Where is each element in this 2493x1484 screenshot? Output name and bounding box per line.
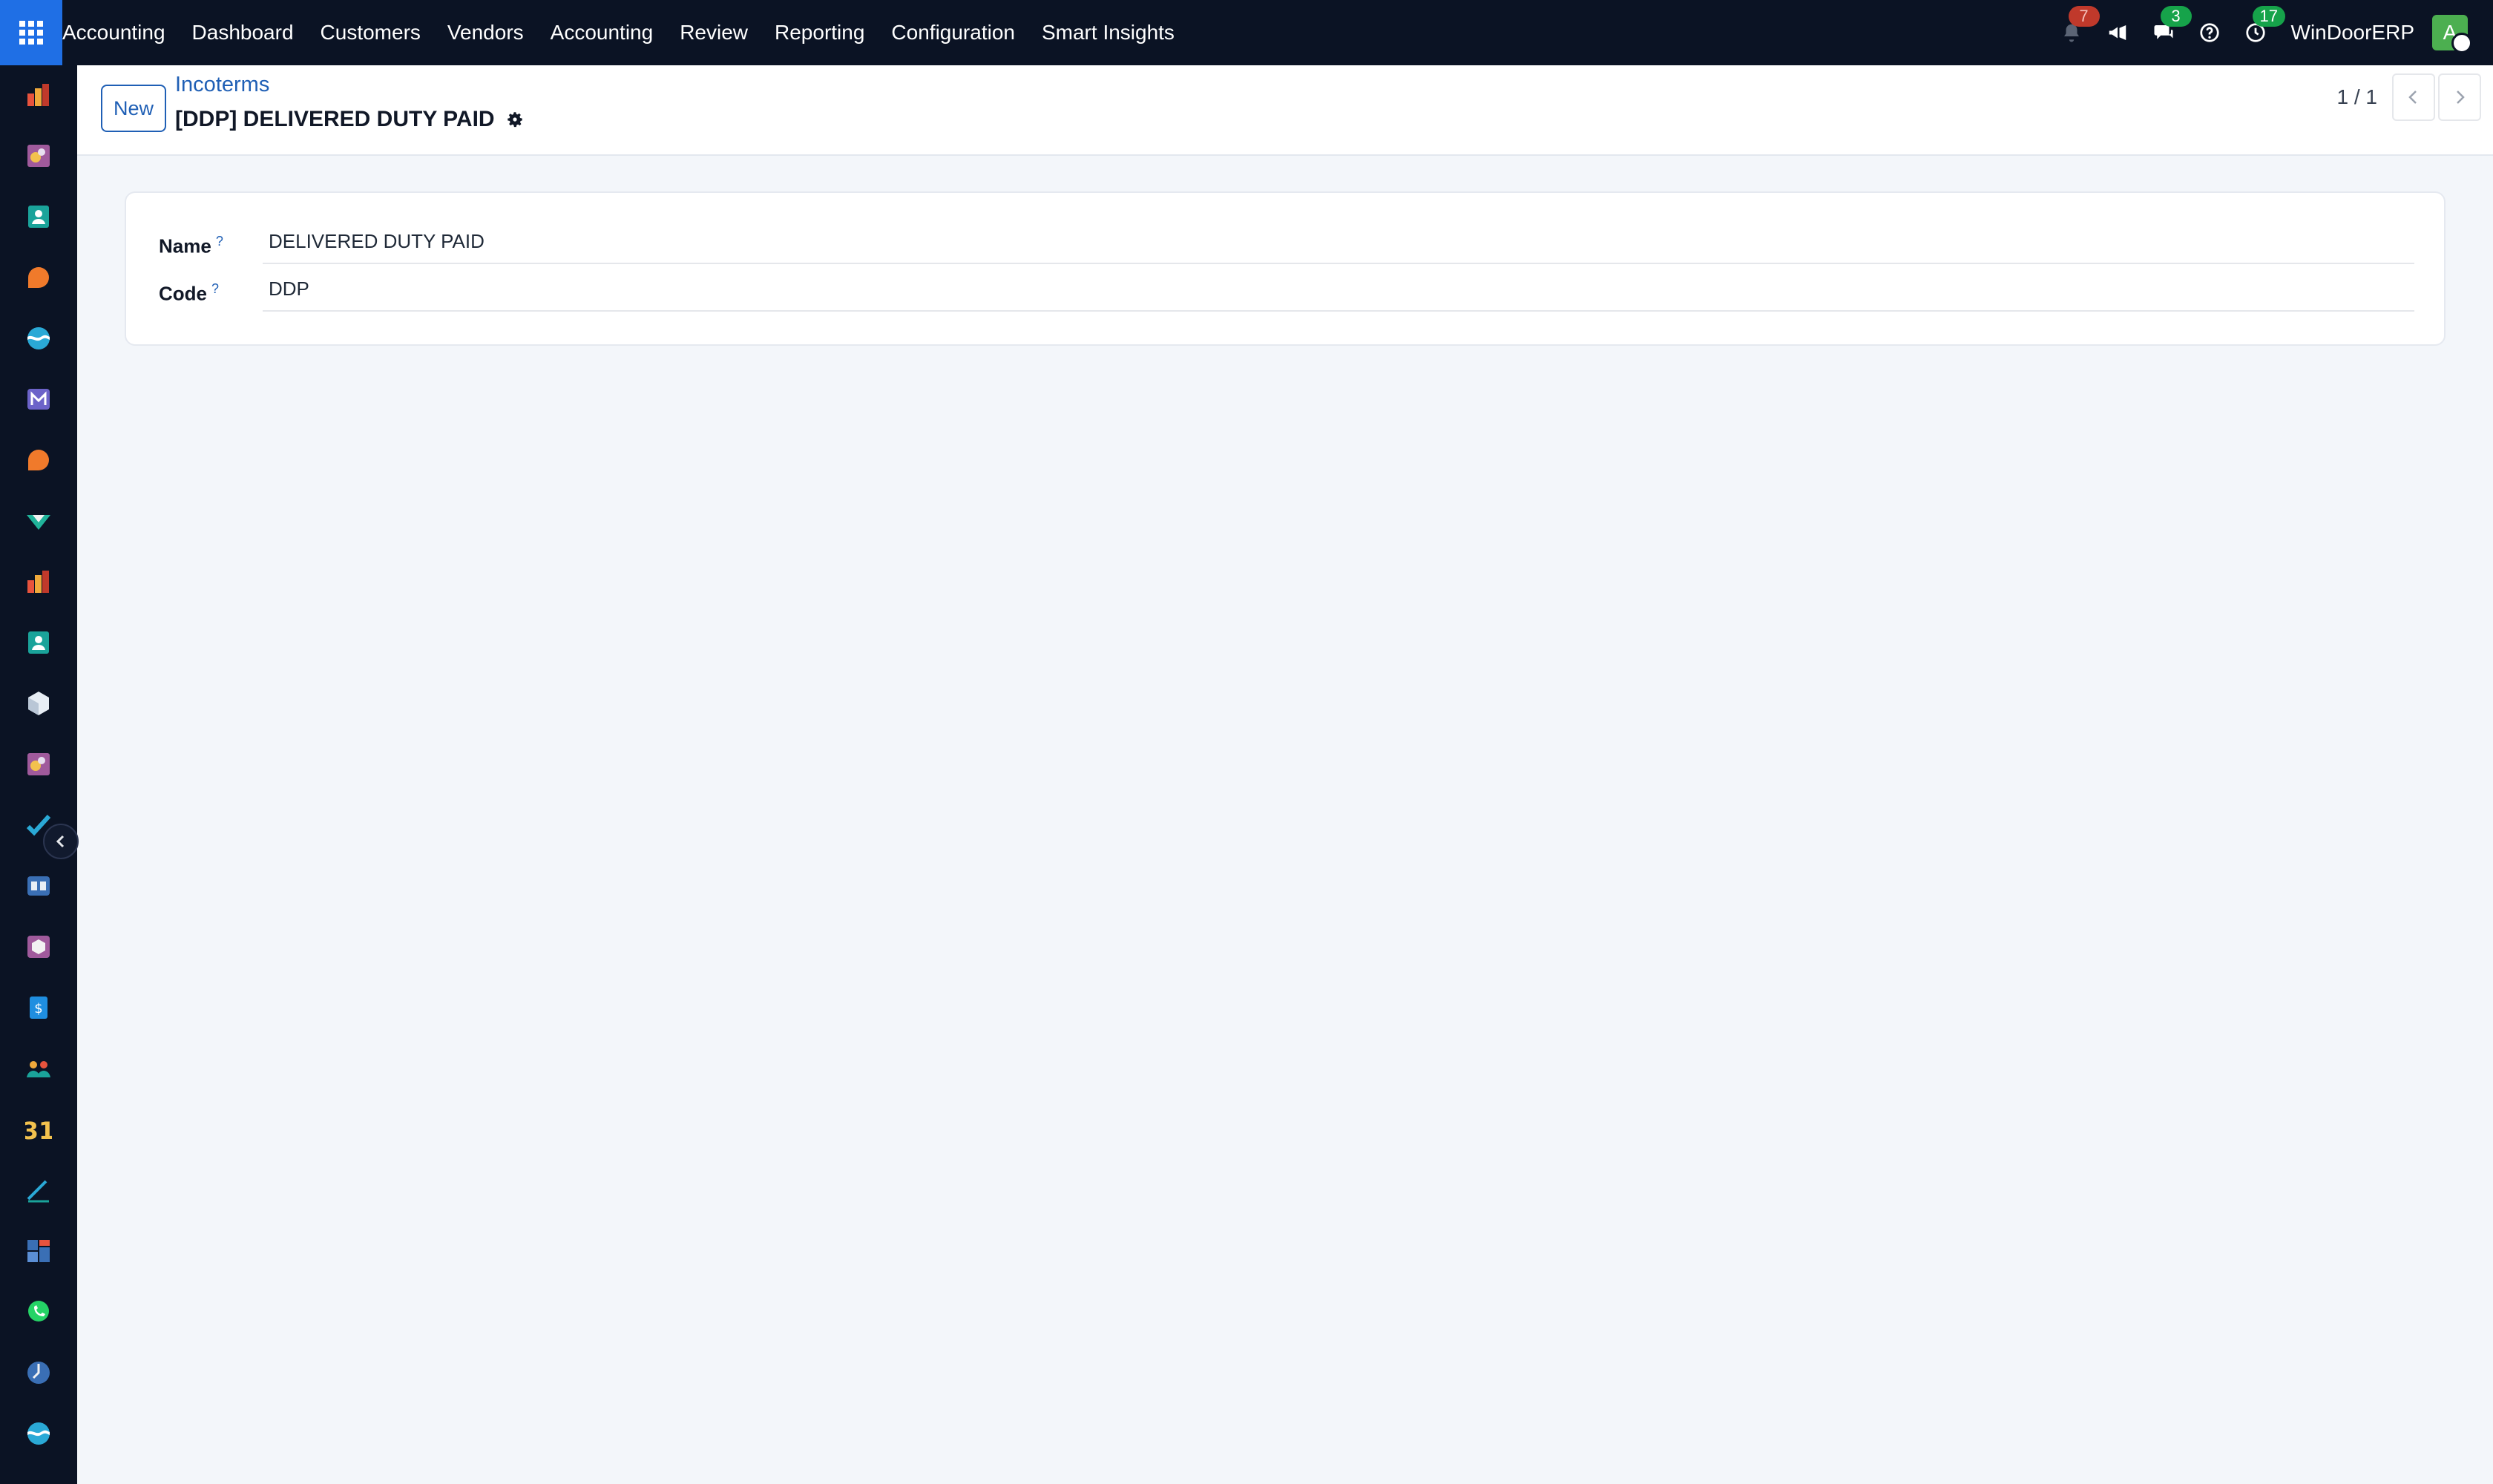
pager-value[interactable]: 1 / 1	[2337, 85, 2377, 109]
calendar-icon: 31	[25, 1117, 52, 1143]
app-sidebar: $ 31	[0, 65, 79, 1484]
code-field[interactable]: DDP	[263, 266, 2414, 312]
activities-badge: 17	[2252, 6, 2285, 27]
sales-icon	[27, 145, 50, 167]
activities-button[interactable]: 17	[2242, 6, 2285, 46]
project-icon	[27, 515, 50, 530]
sidebar-app-employees[interactable]	[25, 1055, 52, 1082]
sidebar-app-calendar[interactable]: 31	[25, 1116, 52, 1143]
new-button[interactable]: New	[101, 85, 166, 132]
sidebar-app-invoicing-2[interactable]	[25, 568, 52, 595]
sidebar-app-website[interactable]	[25, 325, 52, 352]
help-tooltip-icon[interactable]: ?	[216, 234, 223, 249]
sidebar-app-contacts[interactable]	[25, 203, 52, 230]
pager-next-button[interactable]	[2438, 73, 2481, 121]
chevron-left-icon	[2408, 91, 2417, 104]
employees-icon	[27, 1061, 50, 1077]
website-icon	[27, 1422, 50, 1445]
record-title-text: [DDP] DELIVERED DUTY PAID	[175, 107, 495, 131]
timesheets-icon	[27, 1362, 50, 1384]
breadcrumb-incoterms[interactable]: Incoterms	[175, 73, 269, 97]
help-button[interactable]	[2196, 19, 2223, 46]
name-label: Name?	[159, 234, 223, 257]
sidebar-app-email-marketing[interactable]	[25, 386, 52, 413]
website-icon	[27, 327, 50, 349]
field-row-name: Name? DELIVERED DUTY PAID	[159, 218, 2414, 264]
menu-item-vendors[interactable]: Vendors	[447, 21, 524, 45]
help-circle-icon	[2199, 23, 2219, 42]
menu-item-review[interactable]: Review	[680, 21, 748, 45]
grid-icon	[19, 21, 43, 45]
sales-icon	[27, 753, 50, 775]
sidebar-app-sign[interactable]	[25, 1177, 52, 1204]
app-menu-button[interactable]	[0, 0, 62, 65]
sidebar-app-sales-2[interactable]	[25, 751, 52, 778]
sidebar-app-whatsapp[interactable]	[25, 1298, 52, 1325]
company-switcher[interactable]: WinDoorERP	[2291, 21, 2414, 45]
sign-icon	[27, 1180, 49, 1203]
top-navbar: Accounting Dashboard Customers Vendors A…	[0, 0, 2493, 65]
notifications-badge: 7	[2068, 6, 2100, 27]
sidebar-app-accounting[interactable]: $	[25, 994, 52, 1021]
main-menu: Accounting Dashboard Customers Vendors A…	[62, 0, 1201, 65]
megaphone-icon	[2109, 25, 2126, 40]
messages-badge: 3	[2160, 6, 2192, 27]
contacts-icon	[28, 631, 49, 654]
sidebar-app-project[interactable]	[25, 508, 52, 534]
discuss-icon	[28, 267, 49, 288]
menu-item-reporting[interactable]: Reporting	[775, 21, 864, 45]
help-tooltip-icon[interactable]: ?	[211, 281, 219, 296]
chevron-right-icon	[2457, 91, 2465, 104]
sidebar-collapse-button[interactable]	[43, 824, 79, 859]
invoicing-icon	[27, 571, 49, 593]
control-panel: New Incoterms [DDP] DELIVERED DUTY PAID …	[77, 65, 2493, 156]
sidebar-app-sales[interactable]	[25, 142, 52, 169]
sidebar-app-purchase[interactable]	[25, 933, 52, 960]
gear-icon[interactable]	[505, 110, 525, 129]
sidebar-app-discuss[interactable]	[25, 264, 52, 291]
contacts-icon	[28, 206, 49, 228]
pager-previous-button[interactable]	[2392, 73, 2435, 121]
menu-item-smart-insights[interactable]: Smart Insights	[1042, 21, 1175, 45]
sidebar-app-website-2[interactable]	[25, 1420, 52, 1447]
record-title: [DDP] DELIVERED DUTY PAID	[175, 107, 525, 132]
field-row-code: Code? DDP	[159, 266, 2414, 312]
email-marketing-icon	[27, 389, 50, 410]
livechat-icon	[28, 450, 49, 470]
dashboards-icon	[27, 1240, 50, 1262]
user-avatar[interactable]: A	[2432, 15, 2472, 53]
sidebar-app-invoicing[interactable]	[25, 82, 52, 108]
menu-item-customers[interactable]: Customers	[321, 21, 421, 45]
inventory-icon	[28, 692, 49, 715]
sidebar-app-timesheets[interactable]	[25, 1359, 52, 1386]
presence-status-icon	[2451, 33, 2472, 53]
menu-item-configuration[interactable]: Configuration	[891, 21, 1015, 45]
sidebar-app-dashboards[interactable]	[25, 1238, 52, 1264]
notifications-button[interactable]: 7	[2058, 6, 2100, 46]
whatsapp-icon	[28, 1301, 49, 1322]
announcement-button[interactable]	[2104, 19, 2131, 46]
knowledge-icon	[27, 876, 50, 896]
sidebar-app-knowledge[interactable]	[25, 873, 52, 899]
chevron-left-icon	[56, 835, 65, 848]
name-field[interactable]: DELIVERED DUTY PAID	[263, 218, 2414, 264]
systray: 7 3 17 WinDoorERP A	[2058, 0, 2493, 65]
accounting-icon: $	[30, 997, 47, 1019]
messages-button[interactable]: 3	[2150, 6, 2192, 46]
form-sheet: Name? DELIVERED DUTY PAID Code? DDP	[125, 191, 2446, 346]
purchase-icon	[27, 936, 50, 958]
code-label: Code?	[159, 281, 220, 305]
sidebar-app-inventory[interactable]	[25, 690, 52, 717]
svg-text:31: 31	[25, 1117, 52, 1143]
menu-item-accounting[interactable]: Accounting	[551, 21, 654, 45]
sidebar-app-contacts-2[interactable]	[25, 629, 52, 656]
pager: 1 / 1	[2337, 73, 2481, 122]
svg-text:$: $	[34, 1001, 42, 1017]
menu-item-dashboard[interactable]: Dashboard	[192, 21, 294, 45]
menu-item-app-name[interactable]: Accounting	[62, 21, 165, 45]
sidebar-app-livechat[interactable]	[25, 447, 52, 473]
invoicing-icon	[27, 84, 49, 106]
